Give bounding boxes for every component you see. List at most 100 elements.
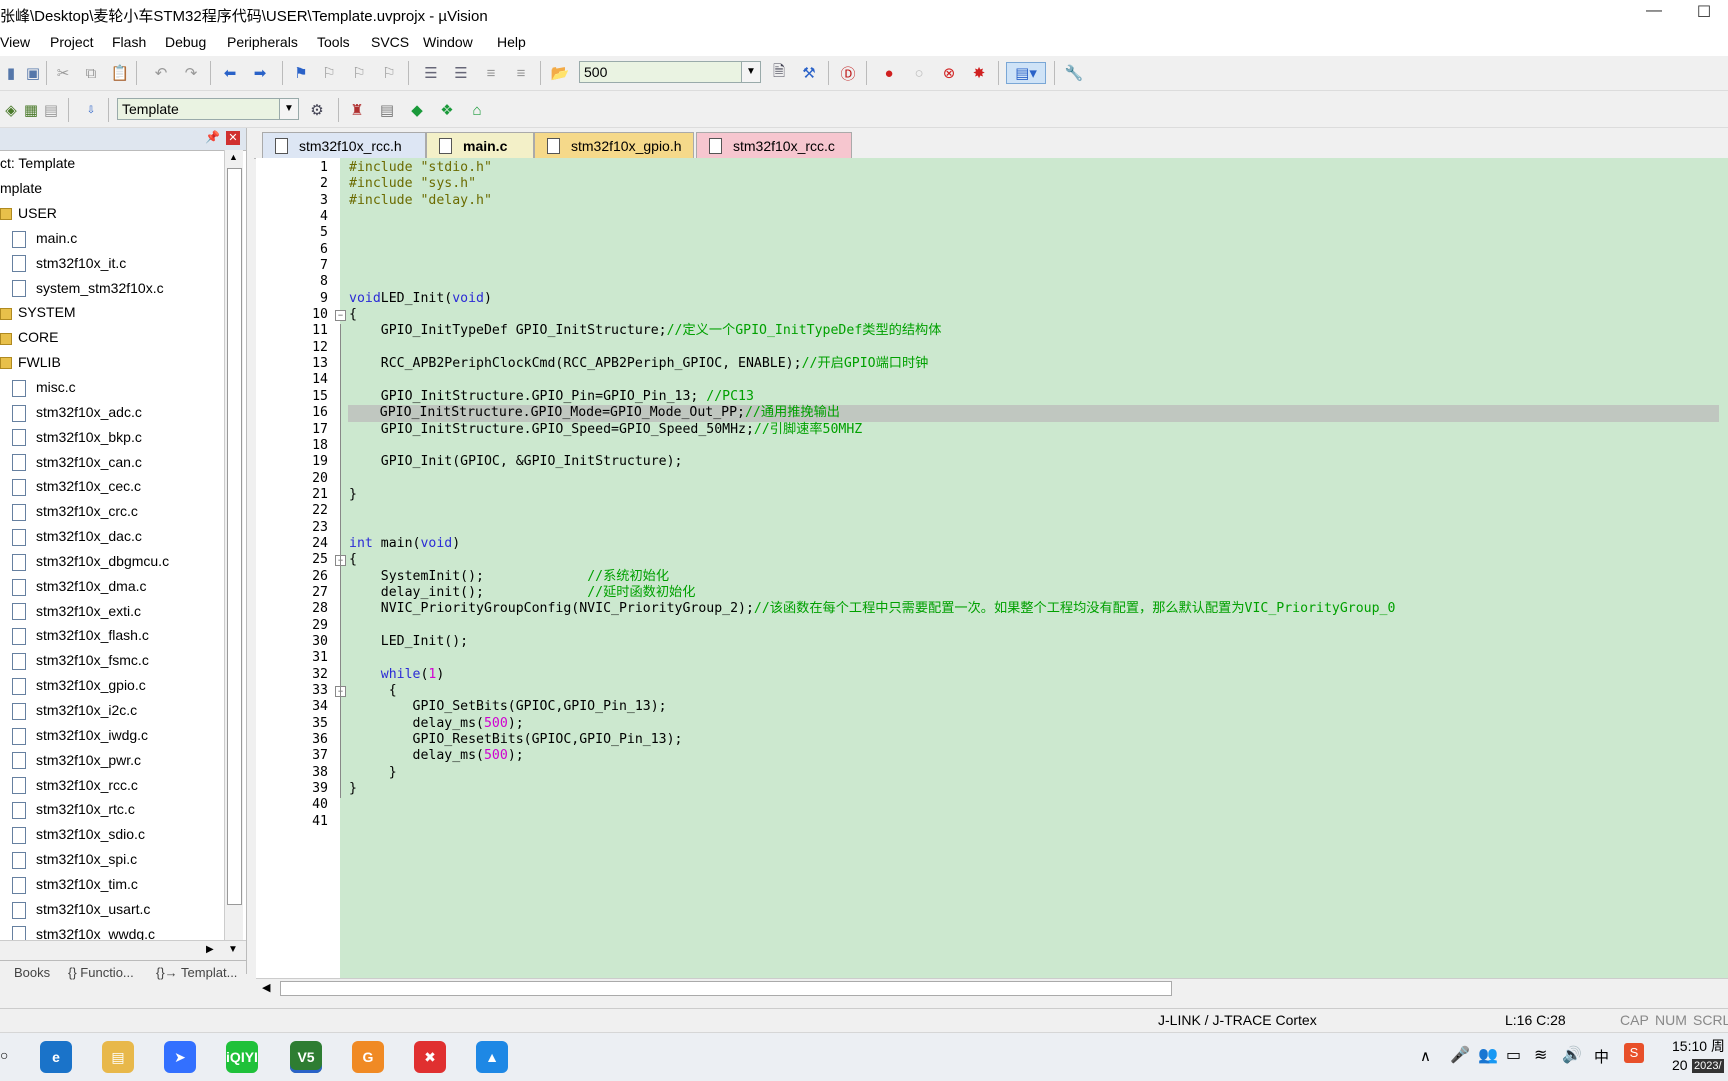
window-layout-icon[interactable]: ▤▾ (1006, 62, 1046, 84)
minimize-button[interactable]: — (1634, 2, 1674, 20)
tray-chevron-icon[interactable]: ∧ (1420, 1047, 1431, 1065)
find-in-files-icon[interactable]: 📂 (549, 62, 571, 84)
paste-icon[interactable]: 📋 (109, 62, 131, 84)
breakpoint-kill-all-icon[interactable]: ✸ (968, 62, 990, 84)
scroll-thumb[interactable] (280, 981, 1172, 996)
tree-file[interactable]: stm32f10x_dbgmcu.c (12, 549, 169, 573)
code-line[interactable]: { (349, 683, 1719, 699)
bookmark-icon[interactable]: ⚑ (290, 62, 312, 84)
code-line[interactable]: #include "sys.h" (349, 176, 1719, 192)
tree-file[interactable]: stm32f10x_bkp.c (12, 425, 142, 449)
scroll-up-icon[interactable]: ▲ (229, 152, 238, 162)
tree-file[interactable]: stm32f10x_adc.c (12, 400, 142, 424)
code-line[interactable]: LED_Init(); (349, 634, 1719, 650)
ime-indicator[interactable]: 中 (1594, 1046, 1609, 1067)
tree-file[interactable]: stm32f10x_tim.c (12, 872, 138, 896)
tab-stm32f10x-rcc-c[interactable]: stm32f10x_rcc.c (696, 132, 852, 158)
code-line[interactable]: ​ (349, 225, 1719, 241)
code-line[interactable]: GPIO_SetBits(GPIOC,GPIO_Pin_13); (349, 699, 1719, 715)
menu-peripherals[interactable]: Peripherals (227, 34, 298, 50)
tree-folder[interactable]: USER (0, 201, 57, 225)
tree-file[interactable]: stm32f10x_dac.c (12, 524, 142, 548)
microphone-icon[interactable]: 🎤 (1450, 1045, 1470, 1065)
tree-file[interactable]: stm32f10x_dma.c (12, 574, 147, 598)
tree-file[interactable]: stm32f10x_iwdg.c (12, 723, 148, 747)
tree-file[interactable]: stm32f10x_usart.c (12, 897, 150, 921)
code-line[interactable]: } (349, 781, 1719, 797)
code-line[interactable]: GPIO_InitTypeDef GPIO_InitStructure;//定义… (349, 323, 1719, 339)
pin-icon[interactable]: 📌 (205, 130, 220, 144)
tree-file[interactable]: stm32f10x_it.c (12, 251, 126, 275)
tree-file[interactable]: stm32f10x_rtc.c (12, 797, 135, 821)
code-line[interactable]: SystemInit(); //系统初始化 (349, 569, 1719, 585)
code-line[interactable]: ​ (349, 242, 1719, 258)
breakpoint-icon[interactable]: ● (878, 62, 900, 84)
iqiyi-app-icon[interactable]: iQIYI (226, 1041, 258, 1073)
tree-file[interactable]: misc.c (12, 375, 76, 399)
tree-file[interactable]: stm32f10x_fsmc.c (12, 648, 149, 672)
close-icon[interactable]: ✕ (226, 131, 240, 145)
tree-folder[interactable]: CORE (0, 325, 58, 349)
incremental-find-icon[interactable]: ⚒ (798, 62, 820, 84)
redo-icon[interactable]: ↷ (180, 62, 202, 84)
tree-file[interactable]: stm32f10x_i2c.c (12, 698, 137, 722)
undo-icon[interactable]: ↶ (150, 62, 172, 84)
code-line[interactable]: ​ (349, 471, 1719, 487)
scroll-left-icon[interactable]: ◀ (262, 981, 270, 994)
chevron-down-icon[interactable]: ▼ (741, 62, 760, 82)
code-line[interactable]: ​ (349, 797, 1719, 813)
tree-file[interactable]: main.c (12, 226, 77, 250)
code-line[interactable]: ​ (349, 618, 1719, 634)
menu-view[interactable]: View (0, 34, 30, 50)
menu-window[interactable]: Window (423, 34, 473, 50)
code-line[interactable]: int main(void) (349, 536, 1719, 552)
code-line[interactable]: GPIO_Init(GPIOC, &GPIO_InitStructure); (349, 454, 1719, 470)
search-icon[interactable]: ○ (0, 1047, 8, 1063)
project-title[interactable]: ct: Template (0, 151, 75, 175)
feishu-app-icon[interactable]: ➤ (164, 1041, 196, 1073)
code-line[interactable]: { (349, 307, 1719, 323)
breakpoint-disable-all-icon[interactable]: ⊗ (938, 62, 960, 84)
manage-run-time-icon[interactable]: ◆ (406, 99, 428, 121)
tree-file[interactable]: stm32f10x_sdio.c (12, 822, 145, 846)
code-line[interactable]: GPIO_ResetBits(GPIOC,GPIO_Pin_13); (349, 732, 1719, 748)
uncomment-icon[interactable]: ≡ (510, 62, 532, 84)
tree-file[interactable]: stm32f10x_rcc.c (12, 773, 138, 797)
menu-tools[interactable]: Tools (317, 34, 350, 50)
code-line[interactable]: delay_ms(500); (349, 748, 1719, 764)
code-line[interactable]: ​ (349, 503, 1719, 519)
code-line[interactable]: ​ (349, 209, 1719, 225)
tab-templates[interactable]: {}→ Templat... (156, 965, 237, 980)
current-code-line[interactable]: GPIO_InitStructure.GPIO_Mode=GPIO_Mode_O… (348, 405, 1719, 422)
configure-icon[interactable]: 🔧 (1063, 62, 1085, 84)
code-line[interactable]: ​ (349, 650, 1719, 666)
cut-icon[interactable]: ✂ (52, 62, 74, 84)
wifi-icon[interactable]: ≋ (1534, 1045, 1547, 1065)
tree-file[interactable]: system_stm32f10x.c (12, 276, 164, 300)
code-line[interactable]: GPIO_InitStructure.GPIO_Speed=GPIO_Speed… (349, 422, 1719, 438)
code-line[interactable]: delay_ms(500); (349, 716, 1719, 732)
manage-multi-project-icon[interactable]: ▤ (376, 99, 398, 121)
unindent-icon[interactable]: ☰ (450, 62, 472, 84)
tab-stm32f10x-gpio-h[interactable]: stm32f10x_gpio.h (534, 132, 694, 158)
gitmind-app-icon[interactable]: G (352, 1041, 384, 1073)
code-line[interactable]: #include "delay.h" (349, 193, 1719, 209)
menu-debug[interactable]: Debug (165, 34, 206, 50)
code-line[interactable]: while(1) (349, 667, 1719, 683)
code-line[interactable]: #include "stdio.h" (349, 160, 1719, 176)
sogou-ime-icon[interactable]: S (1624, 1043, 1644, 1063)
code-line[interactable]: GPIO_InitStructure.GPIO_Pin=GPIO_Pin_13;… (349, 389, 1719, 405)
navigate-back-icon[interactable]: ⬅ (219, 62, 241, 84)
battery-icon[interactable]: ▭ (1506, 1045, 1521, 1065)
edge-app-icon[interactable]: e (40, 1041, 72, 1073)
code-line[interactable]: voidLED_Init(void) (349, 291, 1719, 307)
scroll-thumb[interactable] (227, 168, 242, 905)
project-hscrollbar[interactable]: ▶ ▼ (0, 940, 246, 961)
code-line[interactable]: NVIC_PriorityGroupConfig(NVIC_PriorityGr… (349, 601, 1719, 617)
rebuild-icon[interactable]: ▤ (40, 99, 62, 121)
target-select[interactable]: Template ▼ (117, 98, 299, 120)
breakpoint-disable-icon[interactable]: ○ (908, 62, 930, 84)
code-line[interactable]: } (349, 487, 1719, 503)
bookmark-next-icon[interactable]: ⚐ (348, 62, 370, 84)
navigate-forward-icon[interactable]: ➡ (249, 62, 271, 84)
